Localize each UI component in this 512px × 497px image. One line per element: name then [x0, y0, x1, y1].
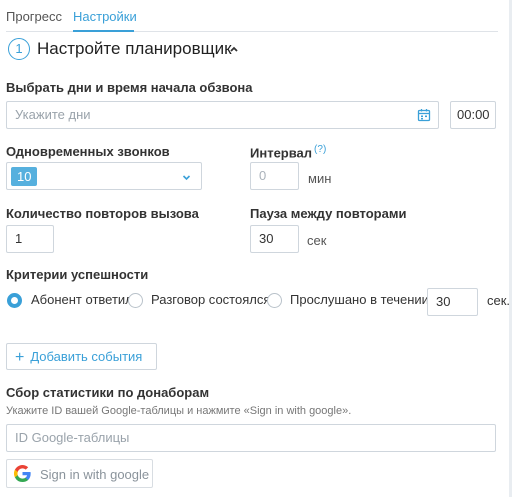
radio-label-conversation-happened: Разговор состоялся: [151, 292, 271, 307]
interval-input[interactable]: 0: [250, 162, 299, 190]
chevron-up-icon[interactable]: [229, 44, 239, 54]
tab-progress[interactable]: Прогресс: [6, 9, 62, 24]
concurrent-label: Одновременных звонков: [6, 144, 170, 159]
tab-bar: Прогресс Настройки: [6, 0, 498, 32]
interval-unit: мин: [308, 171, 332, 186]
pause-label: Пауза между повторами: [250, 206, 407, 221]
radio-subscriber-answered[interactable]: [7, 293, 22, 308]
donations-label: Сбор статистики по донаборам: [6, 385, 210, 400]
plus-icon: +: [15, 349, 25, 366]
listened-seconds-input[interactable]: 30: [427, 288, 478, 316]
schedule-label: Выбрать дни и время начала обзвона: [6, 80, 253, 95]
active-tab-indicator: [73, 30, 134, 32]
radio-label-subscriber-answered: Абонент ответил: [31, 292, 133, 307]
step-number-badge: 1: [8, 38, 30, 60]
radio-conversation-happened[interactable]: [128, 293, 143, 308]
days-input[interactable]: Укажите дни: [6, 101, 439, 129]
section-title: Настройте планировщик: [37, 39, 232, 58]
donations-hint: Укажите ID вашей Google-таблицы и нажмит…: [6, 405, 352, 417]
google-sheet-id-input[interactable]: ID Google-таблицы: [6, 424, 496, 452]
add-events-button[interactable]: + Добавить события: [6, 343, 157, 370]
google-g-icon: [14, 465, 31, 482]
interval-label: Интервал (?): [250, 144, 326, 160]
success-criteria-label: Критерии успешности: [6, 267, 149, 282]
help-icon[interactable]: (?): [314, 144, 326, 155]
pause-input[interactable]: 30: [250, 225, 299, 253]
radio-listened-for[interactable]: [267, 293, 282, 308]
chevron-down-icon: [182, 175, 191, 181]
retries-input[interactable]: 1: [6, 225, 54, 253]
tab-settings[interactable]: Настройки: [73, 9, 137, 24]
google-button-label: Sign in with google: [40, 467, 150, 482]
interval-label-text: Интервал: [250, 145, 313, 161]
add-events-label: Добавить события: [30, 349, 143, 364]
retries-label: Количество повторов вызова: [6, 206, 199, 221]
concurrent-select[interactable]: 10: [6, 162, 202, 190]
radio-label-listened-for: Прослушано в течении: [290, 292, 429, 307]
listened-unit: сек.: [487, 293, 511, 308]
pause-unit: сек: [307, 233, 327, 248]
time-input[interactable]: 00:00: [450, 101, 496, 129]
sign-in-with-google-button[interactable]: Sign in with google: [6, 459, 153, 488]
concurrent-value: 10: [11, 167, 38, 186]
calendar-icon[interactable]: [417, 108, 431, 122]
days-placeholder: Укажите дни: [15, 107, 91, 122]
